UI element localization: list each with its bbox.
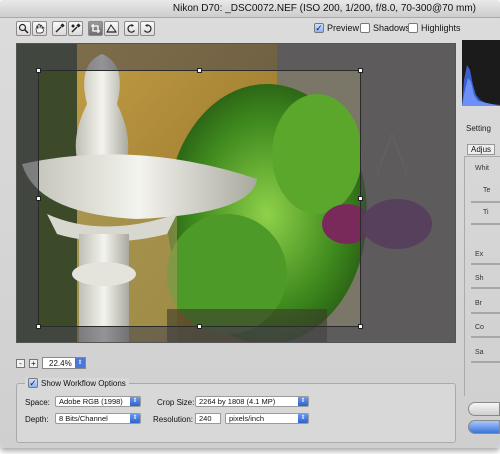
- exposure-slider[interactable]: [471, 263, 500, 265]
- chevron-updown-icon: ⇕: [298, 397, 308, 406]
- adjust-panel: Whit Te Ti Ex Sh Br Co Sa: [464, 156, 500, 396]
- depth-select[interactable]: 8 Bits/Channel ⇕: [55, 413, 141, 424]
- zoom-controls: - + 22.4% ⇕: [16, 356, 86, 370]
- white-balance-label: Whit: [475, 165, 489, 172]
- crop-handle-left[interactable]: [36, 196, 41, 201]
- shadows-check-box[interactable]: [360, 23, 370, 33]
- depth-value: 8 Bits/Channel: [59, 414, 108, 423]
- highlights-check-box[interactable]: [408, 23, 418, 33]
- brightness-slider[interactable]: [471, 312, 500, 314]
- shadows-label: Shadows: [373, 23, 411, 33]
- contrast-slider[interactable]: [471, 336, 500, 338]
- straighten-tool-icon[interactable]: [104, 21, 119, 36]
- zoom-tool-icon[interactable]: [16, 21, 31, 36]
- show-workflow-options-checkbox[interactable]: ✓ Show Workflow Options: [25, 378, 129, 388]
- tint-label: Ti: [483, 209, 489, 216]
- crop-shade-top: [17, 44, 455, 70]
- white-balance-eyedropper-icon[interactable]: [52, 21, 67, 36]
- depth-label: Depth:: [25, 415, 49, 424]
- camera-raw-window: Nikon D70: _DSC0072.NEF (ISO 200, 1/200,…: [0, 0, 500, 448]
- saturation-label: Sa: [475, 349, 484, 356]
- shadows-adjust-label: Sh: [475, 275, 484, 282]
- crop-handle-top[interactable]: [197, 68, 202, 73]
- preview-checkbox[interactable]: ✓ Preview: [314, 23, 359, 33]
- chevron-updown-icon: ⇕: [130, 414, 140, 423]
- crop-handle-top-left[interactable]: [36, 68, 41, 73]
- color-sampler-icon[interactable]: [68, 21, 83, 36]
- space-select[interactable]: Adobe RGB (1998) ⇕: [55, 396, 141, 407]
- tint-slider[interactable]: [471, 223, 500, 225]
- crop-size-value: 2264 by 1808 (4.1 MP): [199, 397, 276, 406]
- highlights-label: Highlights: [421, 23, 461, 33]
- settings-label: Setting: [466, 124, 491, 133]
- title-bar: Nikon D70: _DSC0072.NEF (ISO 200, 1/200,…: [0, 0, 500, 18]
- temperature-slider[interactable]: [471, 201, 500, 203]
- tab-adjust[interactable]: Adjus: [467, 144, 496, 155]
- resolution-label: Resolution:: [153, 415, 194, 424]
- crop-handle-bottom-left[interactable]: [36, 324, 41, 329]
- toolbar: ✓ Preview Shadows Highlights: [0, 18, 461, 40]
- crop-size-label: Crop Size:: [157, 398, 195, 407]
- saturation-slider[interactable]: [471, 361, 500, 363]
- highlights-checkbox[interactable]: Highlights: [408, 23, 461, 33]
- zoom-out-button[interactable]: -: [16, 358, 25, 368]
- primary-button[interactable]: [468, 420, 500, 434]
- crop-handle-bottom-right[interactable]: [358, 324, 363, 329]
- chevron-updown-icon: ⇕: [298, 414, 308, 423]
- exposure-label: Ex: [475, 251, 484, 258]
- crop-handle-bottom[interactable]: [197, 324, 202, 329]
- crop-shade-left: [17, 70, 38, 327]
- brightness-label: Br: [475, 300, 482, 307]
- secondary-button[interactable]: [468, 402, 500, 416]
- crop-rectangle[interactable]: [36, 68, 363, 329]
- shadows-slider[interactable]: [471, 287, 500, 289]
- crop-tool-icon[interactable]: [88, 21, 103, 36]
- image-preview[interactable]: [16, 43, 456, 343]
- zoom-in-button[interactable]: +: [29, 358, 38, 368]
- crop-shade-right: [361, 70, 455, 327]
- preview-label: Preview: [327, 23, 360, 33]
- resolution-unit-value: pixels/inch: [229, 414, 265, 423]
- temperature-label: Te: [483, 187, 491, 194]
- rotate-right-icon[interactable]: [140, 21, 155, 36]
- zoom-level-select[interactable]: 22.4% ⇕: [42, 357, 86, 369]
- zoom-level-value: 22.4%: [49, 358, 72, 368]
- resolution-input[interactable]: 240: [195, 413, 221, 424]
- window-title: Nikon D70: _DSC0072.NEF (ISO 200, 1/200,…: [172, 3, 476, 14]
- crop-size-select[interactable]: 2264 by 1808 (4.1 MP) ⇕: [195, 396, 309, 407]
- space-value: Adobe RGB (1998): [59, 397, 123, 406]
- workflow-check-box[interactable]: ✓: [28, 378, 38, 388]
- resolution-unit-select[interactable]: pixels/inch ⇕: [225, 413, 309, 424]
- rotate-left-icon[interactable]: [124, 21, 139, 36]
- histogram: [462, 40, 500, 106]
- crop-shade-bottom: [17, 327, 455, 342]
- preview-check-box[interactable]: ✓: [314, 23, 324, 33]
- crop-handle-right[interactable]: [358, 196, 363, 201]
- contrast-label: Co: [475, 324, 484, 331]
- hand-tool-icon[interactable]: [32, 21, 47, 36]
- space-label: Space:: [25, 398, 50, 407]
- right-panel: Setting Adjus Whit Te Ti Ex Sh Br Co Sa: [462, 40, 500, 448]
- workflow-options-panel: ✓ Show Workflow Options Space: Adobe RGB…: [16, 378, 456, 443]
- shadows-checkbox[interactable]: Shadows: [360, 23, 410, 33]
- chevron-updown-icon: ⇕: [75, 358, 85, 368]
- workflow-toggle-label: Show Workflow Options: [41, 378, 126, 388]
- chevron-updown-icon: ⇕: [130, 397, 140, 406]
- crop-handle-top-right[interactable]: [358, 68, 363, 73]
